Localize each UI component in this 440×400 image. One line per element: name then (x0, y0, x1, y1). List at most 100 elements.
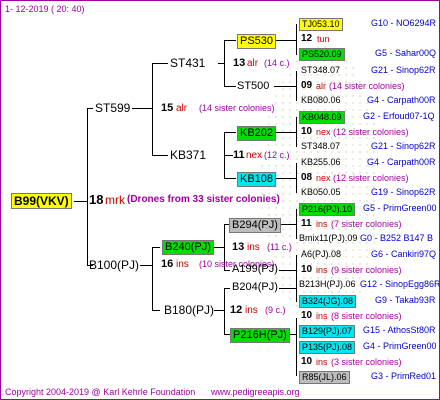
connector (224, 40, 236, 41)
watermark-dot (351, 66, 355, 70)
watermark-dot (330, 150, 334, 154)
g4-a6[interactable]: A6(PJ).08 (301, 250, 341, 259)
watermark-dot (288, 262, 292, 266)
watermark-dot (281, 276, 285, 280)
g4-note-7: (12 sister colonies) (333, 127, 409, 137)
g4-st348-a[interactable]: ST348.07 (301, 66, 340, 75)
queen-kb202-label: KB202 (240, 127, 274, 139)
watermark-dot (309, 136, 313, 140)
g4-kb050-info: G19 - Sinop62R (371, 187, 436, 197)
watermark-dot (358, 108, 362, 112)
watermark-dot (344, 185, 348, 189)
watermark-dot (281, 94, 285, 98)
breed-st431: alr (247, 58, 259, 69)
watermark-dot (344, 73, 348, 77)
watermark-dot (288, 297, 292, 301)
watermark-dot (267, 164, 271, 168)
g4-kb255[interactable]: KB255.06 (301, 158, 341, 167)
watermark-dot (288, 122, 292, 126)
g4-bmix11-info: G0 - B252 B147 B (360, 233, 434, 243)
g4-st348-b[interactable]: ST348.07 (301, 142, 340, 151)
queen-ps530[interactable]: PS530 (237, 34, 277, 49)
g4-r85[interactable]: R85(JL).06 (299, 371, 350, 384)
g4-breed-16: ins (316, 265, 328, 275)
website-link[interactable]: www.pedigreeapis.org (211, 388, 300, 397)
watermark-dot (274, 164, 278, 168)
queen-b240-label: B240(PJ) (165, 241, 211, 253)
connector (214, 310, 224, 311)
sire-st599[interactable]: ST599 (95, 102, 130, 114)
g4-st348-a-info: G21 - Sinop62R (371, 65, 436, 75)
watermark-dot (288, 115, 292, 119)
g4-p216[interactable]: P216(PJ).10 (299, 203, 356, 216)
watermark-dot (288, 192, 292, 196)
watermark-dot (344, 122, 348, 126)
connector (296, 24, 297, 55)
connector (274, 86, 296, 87)
g4-kb048[interactable]: KB048.09 (299, 111, 345, 124)
connector (296, 71, 297, 101)
sire-st431[interactable]: ST431 (170, 57, 205, 69)
watermark-dot (295, 59, 299, 63)
g4-ps520[interactable]: PS520.09 (299, 48, 345, 61)
g4-kb080[interactable]: KB080.06 (301, 96, 341, 105)
watermark-dot (295, 157, 299, 161)
g4-gen-19: 10 (301, 310, 313, 321)
connector (214, 247, 224, 248)
watermark-dot (351, 164, 355, 168)
g4-b324[interactable]: B324(JG).08 (299, 295, 357, 308)
sire-b100[interactable]: B100(PJ) (89, 259, 139, 271)
watermark-dot (281, 213, 285, 217)
connector (152, 310, 160, 311)
watermark-dot (323, 136, 327, 140)
g4-note-4: (14 sister colonies) (329, 81, 405, 91)
watermark-dot (288, 227, 292, 231)
g4-p135[interactable]: P135(PJ).08 (299, 341, 356, 354)
g4-b213h[interactable]: B213H(PJ).06 (299, 280, 356, 289)
watermark-dot (260, 164, 264, 168)
g4-gen-7: 10 (301, 126, 313, 137)
watermark-dot (281, 192, 285, 196)
queen-b294[interactable]: B294(PJ) (229, 218, 281, 233)
watermark-dot (288, 276, 292, 280)
g4-b324-label: B324(JG).08 (302, 296, 354, 306)
connector (140, 265, 152, 266)
gen-a199: 13 (232, 241, 245, 253)
watermark-dot (281, 80, 285, 84)
sire-b180[interactable]: B180(PJ) (164, 304, 214, 316)
g4-b129-info: G15 - AthosSt80R (363, 325, 436, 335)
watermark-dot (365, 192, 369, 196)
watermark-dot (351, 115, 355, 119)
watermark-dot (281, 136, 285, 140)
watermark-dot (365, 185, 369, 189)
watermark-dot (288, 178, 292, 182)
g4-kb050[interactable]: KB050.05 (301, 188, 341, 197)
breed-st599: alr (176, 103, 188, 114)
sire-kb371[interactable]: KB371 (170, 149, 206, 161)
g4-breed-22: ins (316, 357, 328, 367)
root-queen[interactable]: B99(VKV) (11, 193, 72, 209)
watermark-dot (281, 115, 285, 119)
connector (296, 272, 297, 302)
queen-b240[interactable]: B240(PJ) (162, 240, 214, 255)
queen-p216h[interactable]: P216H(PJ) (230, 328, 290, 343)
watermark-dot (358, 248, 362, 252)
watermark-dot (365, 213, 369, 217)
queen-b204[interactable]: B204(PJ) (232, 282, 278, 293)
g4-a6-info: G6 - Cankiri97Q (371, 249, 437, 259)
watermark-dot (281, 87, 285, 91)
queen-st500[interactable]: ST500 (237, 81, 269, 92)
queen-kb202[interactable]: KB202 (237, 126, 277, 141)
watermark-dot (288, 255, 292, 259)
watermark-dot (295, 304, 299, 308)
connector (274, 132, 296, 133)
sire-a199[interactable]: A199(PJ) (232, 264, 278, 275)
queen-kb108[interactable]: KB108 (237, 172, 277, 187)
watermark-dot (358, 290, 362, 294)
watermark-dot (365, 255, 369, 259)
g4-b129[interactable]: B129(PJ).07 (299, 325, 356, 338)
g4-bmix11[interactable]: Bmix11(PJ).09 (299, 234, 357, 243)
watermark-dot (358, 255, 362, 259)
watermark-dot (288, 206, 292, 210)
g4-tj053[interactable]: TJ053.10 (299, 18, 343, 31)
